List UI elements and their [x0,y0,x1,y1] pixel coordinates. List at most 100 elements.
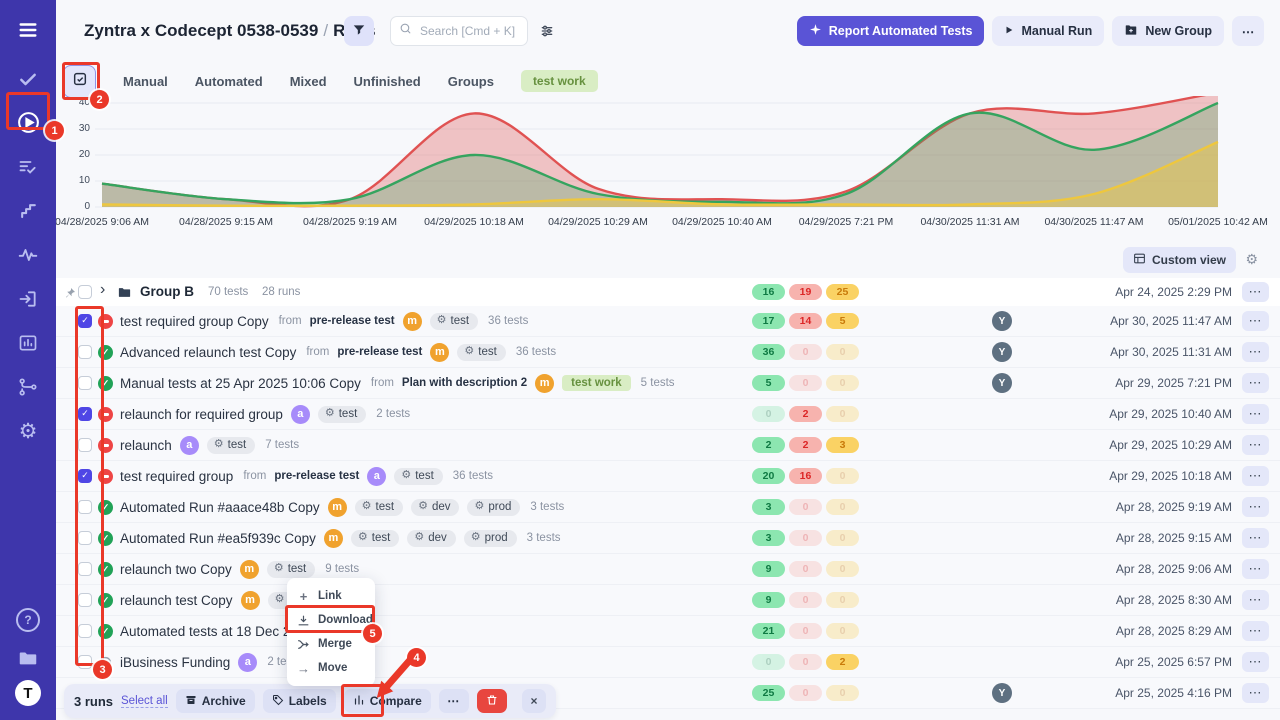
select-all-link[interactable]: Select all [121,695,168,708]
bulk-select-toggle[interactable] [63,65,96,98]
row-checkbox[interactable]: ✓ [78,314,92,328]
help-icon[interactable]: ? [12,604,44,636]
run-name[interactable]: Advanced relaunch test Copy [120,345,296,360]
row-checkbox[interactable] [78,438,92,452]
branches-icon[interactable] [12,371,44,403]
run-name[interactable]: test required group [120,469,233,484]
steps-icon[interactable] [12,195,44,227]
row-checkbox[interactable] [78,562,92,576]
view-settings-gear-icon[interactable]: ⚙ [1239,250,1264,269]
group-name[interactable]: Group B [140,284,194,299]
menu-item-link[interactable]: +Link [287,584,375,608]
row-more-button[interactable]: ⋯ [1242,652,1269,672]
runs-play-icon[interactable] [12,106,44,138]
table-row[interactable]: ✓relaunch for required groupa⚙test2 test… [56,399,1280,430]
tests-check-icon[interactable] [12,63,44,95]
compare-button[interactable]: Compare [344,689,431,713]
table-row[interactable]: ✓Automated tests at 18 Dec 2024 121 test… [56,616,1280,647]
table-row[interactable]: relauncha⚙test7 tests223Apr 29, 2025 10:… [56,430,1280,461]
menu-item-move[interactable]: →Move [287,656,375,680]
run-source-plan[interactable]: Plan with description 2 [402,377,527,389]
settings-gear-icon[interactable]: ⚙ [12,415,44,447]
table-row[interactable]: ✓Advanced relaunch test Copyfrompre-rele… [56,337,1280,368]
run-name[interactable]: iBusiness Funding [120,655,230,670]
tab-mixed[interactable]: Mixed [290,74,327,89]
run-source-plan[interactable]: pre-release test [337,346,422,358]
manual-run-button[interactable]: Manual Run [992,16,1104,46]
run-name[interactable]: relaunch test Copy [120,593,233,608]
labels-button[interactable]: Labels [263,689,336,713]
run-name[interactable]: relaunch for required group [120,407,283,422]
group-checkbox[interactable] [78,285,92,299]
row-more-button[interactable]: ⋯ [1242,621,1269,641]
table-row[interactable]: ✓relaunch two Copym⚙test9 tests900Apr 28… [56,554,1280,585]
archive-button[interactable]: Archive [176,689,255,713]
row-more-button[interactable]: ⋯ [1242,404,1269,424]
run-name[interactable]: Automated Run #aaace48b Copy [120,500,320,515]
row-checkbox[interactable] [78,376,92,390]
run-date: Apr 29, 2025 10:40 AM [1109,407,1232,421]
table-row[interactable]: ✓relaunch test Copym⚙test900Apr 28, 2025… [56,585,1280,616]
table-row[interactable]: ✓test required group Copyfrompre-release… [56,306,1280,337]
analytics-icon[interactable] [12,327,44,359]
run-source-plan[interactable]: pre-release test [310,315,395,327]
menu-item-download[interactable]: Download [287,608,375,632]
run-name[interactable]: test required group Copy [120,314,269,329]
run-name[interactable]: relaunch [120,438,172,453]
row-more-button[interactable]: ⋯ [1242,683,1269,703]
run-counts: 002 [752,654,859,670]
custom-view-button[interactable]: Custom view [1123,247,1236,273]
row-checkbox[interactable] [78,500,92,514]
table-row[interactable]: ✓Automated Run #ea5f939c Copym⚙test⚙dev⚙… [56,523,1280,554]
projects-icon[interactable] [12,642,44,674]
header-more-button[interactable]: ⋯ [1232,16,1264,46]
row-checkbox[interactable] [78,655,92,669]
pulse-icon[interactable] [12,239,44,271]
run-source-plan[interactable]: pre-release test [274,470,359,482]
row-checkbox[interactable] [78,345,92,359]
row-checkbox[interactable] [78,531,92,545]
row-more-button[interactable]: ⋯ [1242,590,1269,610]
row-more-button[interactable]: ⋯ [1242,342,1269,362]
table-row[interactable]: iBusiness Fundinga2 tests002Apr 25, 2025… [56,647,1280,678]
project-title[interactable]: Zyntra x Codecept 0538-0539 [84,21,318,40]
row-more-button[interactable]: ⋯ [1242,435,1269,455]
row-checkbox[interactable] [78,593,92,607]
row-checkbox[interactable]: ✓ [78,469,92,483]
filter-button[interactable] [344,16,374,46]
group-more-button[interactable]: ⋯ [1242,282,1269,302]
row-more-button[interactable]: ⋯ [1242,559,1269,579]
close-selection-button[interactable]: × [522,689,546,713]
row-more-button[interactable]: ⋯ [1242,311,1269,331]
run-name[interactable]: Manual tests at 25 Apr 2025 10:06 Copy [120,376,361,391]
run-name[interactable]: relaunch two Copy [120,562,232,577]
display-settings-button[interactable] [539,23,555,42]
search-input[interactable] [418,23,519,39]
run-name[interactable]: Automated Run #ea5f939c Copy [120,531,316,546]
row-more-button[interactable]: ⋯ [1242,466,1269,486]
row-more-button[interactable]: ⋯ [1242,528,1269,548]
import-icon[interactable] [12,283,44,315]
tab-automated[interactable]: Automated [195,74,263,89]
row-more-button[interactable]: ⋯ [1242,373,1269,393]
test-plans-icon[interactable] [12,151,44,183]
menu-item-merge[interactable]: Merge [287,632,375,656]
filter-label-badge[interactable]: test work [521,70,598,92]
report-automated-tests-button[interactable]: Report Automated Tests [797,16,985,46]
menu-icon[interactable] [12,14,44,46]
app-logo[interactable]: T [15,680,41,706]
tab-groups[interactable]: Groups [448,74,494,89]
selection-more-button[interactable]: ⋯ [439,689,469,713]
tab-unfinished[interactable]: Unfinished [354,74,421,89]
new-group-button[interactable]: New Group [1112,16,1224,46]
row-more-button[interactable]: ⋯ [1242,497,1269,517]
delete-button[interactable] [477,689,507,713]
table-row[interactable]: ✓test required groupfrompre-release test… [56,461,1280,492]
tab-manual[interactable]: Manual [123,74,168,89]
group-row[interactable]: › Group B 70 tests 28 runs 161925 Apr 24… [56,278,1280,307]
row-checkbox[interactable]: ✓ [78,407,92,421]
row-checkbox[interactable] [78,624,92,638]
table-row[interactable]: ✓Automated Run #aaace48b Copym⚙test⚙dev⚙… [56,492,1280,523]
chevron-right-icon[interactable]: › [100,281,105,299]
table-row[interactable]: ✓Manual tests at 25 Apr 2025 10:06 Copyf… [56,368,1280,399]
